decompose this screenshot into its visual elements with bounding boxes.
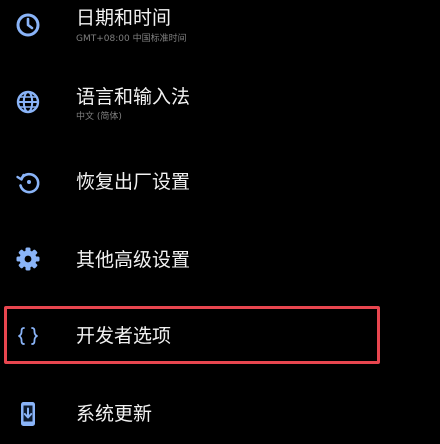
settings-item-advanced[interactable]: 其他高级设置 <box>0 228 440 292</box>
gear-icon <box>12 243 44 275</box>
globe-icon <box>12 86 44 118</box>
settings-list: 日期和时间 GMT+08:00 中国标准时间 语言和输入法 中文 (简体) 恢复… <box>0 0 440 440</box>
clock-icon <box>12 9 44 41</box>
settings-item-sublabel: 中文 (简体) <box>76 112 122 122</box>
settings-item-language-input[interactable]: 语言和输入法 中文 (简体) <box>0 75 440 139</box>
settings-item-label: 恢复出厂设置 <box>76 171 191 193</box>
settings-item-system-update[interactable]: 系统更新 <box>0 380 440 444</box>
restore-icon <box>12 166 44 198</box>
phone-update-icon <box>12 398 44 430</box>
settings-item-label: 语言和输入法 <box>76 86 191 108</box>
settings-item-sublabel: GMT+08:00 中国标准时间 <box>76 34 187 44</box>
settings-item-label: 其他高级设置 <box>76 249 191 271</box>
settings-item-factory-reset[interactable]: 恢复出厂设置 <box>0 150 440 214</box>
settings-item-label: 系统更新 <box>76 403 153 425</box>
settings-item-date-time[interactable]: 日期和时间 GMT+08:00 中国标准时间 <box>0 0 440 64</box>
settings-item-label: 日期和时间 <box>76 7 172 29</box>
highlight-frame <box>4 306 380 364</box>
